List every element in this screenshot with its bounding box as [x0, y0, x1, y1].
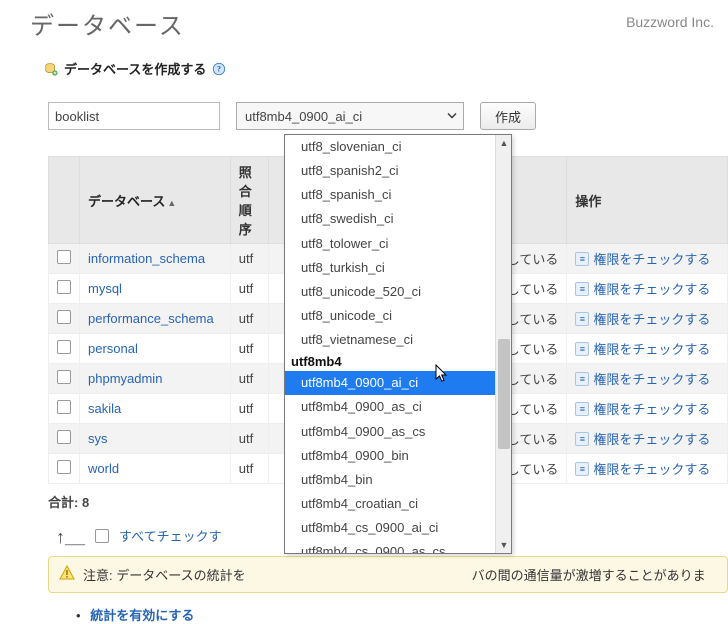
- help-icon[interactable]: ?: [212, 62, 226, 76]
- dropdown-option[interactable]: utf8mb4_0900_bin: [285, 444, 495, 468]
- dropdown-option[interactable]: utf8_swedish_ci: [285, 207, 495, 231]
- dropdown-option[interactable]: utf8mb4_bin: [285, 468, 495, 492]
- database-link[interactable]: information_schema: [88, 251, 205, 266]
- database-link[interactable]: world: [88, 461, 119, 476]
- row-collation: utf: [230, 364, 268, 394]
- check-privileges-link[interactable]: ≡ 権限をチェックする: [575, 249, 710, 268]
- check-privileges-label: 権限をチェックする: [593, 459, 710, 478]
- check-privileges-link[interactable]: ≡ 権限をチェックする: [575, 309, 710, 328]
- warning-text-right: バの間の通信量が激増することがありま: [472, 565, 706, 584]
- row-checkbox[interactable]: [57, 370, 71, 384]
- check-privileges-label: 権限をチェックする: [593, 249, 710, 268]
- row-checkbox[interactable]: [57, 400, 71, 414]
- collation-select[interactable]: utf8mb4_0900_ai_ci: [236, 102, 464, 130]
- warning-text-left: 注意: データベースの統計を: [83, 565, 246, 584]
- row-collation: utf: [230, 304, 268, 334]
- col-collation[interactable]: 照合順序: [230, 157, 268, 244]
- database-link[interactable]: phpmyadmin: [88, 371, 162, 386]
- check-privileges-label: 権限をチェックする: [593, 309, 710, 328]
- privileges-icon: ≡: [575, 282, 589, 296]
- dropdown-option[interactable]: utf8mb4_0900_ai_ci: [285, 371, 495, 395]
- warning-icon: [59, 565, 75, 584]
- bullet-icon: •: [76, 608, 81, 623]
- dropdown-group: utf8mb4: [285, 352, 495, 371]
- dropdown-option[interactable]: utf8_spanish2_ci: [285, 159, 495, 183]
- row-checkbox[interactable]: [57, 250, 71, 264]
- privileges-icon: ≡: [575, 252, 589, 266]
- check-privileges-link[interactable]: ≡ 権限をチェックする: [575, 339, 710, 358]
- row-collation: utf: [230, 424, 268, 454]
- database-link[interactable]: performance_schema: [88, 311, 214, 326]
- privileges-icon: ≡: [575, 432, 589, 446]
- brand-label: Buzzword Inc.: [626, 14, 714, 30]
- chevron-down-icon: [447, 109, 457, 124]
- check-privileges-label: 権限をチェックする: [593, 339, 710, 358]
- check-privileges-label: 権限をチェックする: [593, 429, 710, 448]
- check-privileges-label: 権限をチェックする: [593, 399, 710, 418]
- row-collation: utf: [230, 394, 268, 424]
- dropdown-option[interactable]: utf8_slovenian_ci: [285, 135, 495, 159]
- create-button[interactable]: 作成: [480, 102, 536, 130]
- row-checkbox[interactable]: [57, 310, 71, 324]
- row-checkbox[interactable]: [57, 430, 71, 444]
- select-all-checkbox[interactable]: [95, 529, 109, 543]
- enable-stats-link[interactable]: 統計を有効にする: [90, 608, 194, 623]
- create-database-label: データベースを作成する: [64, 59, 206, 78]
- dropdown-option[interactable]: utf8_spanish_ci: [285, 183, 495, 207]
- dropdown-option[interactable]: utf8_unicode_520_ci: [285, 280, 495, 304]
- check-privileges-link[interactable]: ≡ 権限をチェックする: [575, 369, 710, 388]
- dropdown-scrollbar[interactable]: ▲ ▼: [495, 135, 511, 553]
- dropdown-option[interactable]: utf8_tolower_ci: [285, 232, 495, 256]
- scroll-thumb[interactable]: [498, 339, 510, 449]
- database-add-icon: [44, 62, 58, 76]
- collation-select-value: utf8mb4_0900_ai_ci: [245, 109, 362, 124]
- dropdown-option[interactable]: utf8_vietnamese_ci: [285, 328, 495, 352]
- row-checkbox[interactable]: [57, 460, 71, 474]
- privileges-icon: ≡: [575, 402, 589, 416]
- col-database[interactable]: データベース▲: [80, 157, 231, 244]
- row-collation: utf: [230, 274, 268, 304]
- database-link[interactable]: sakila: [88, 401, 121, 416]
- database-link[interactable]: mysql: [88, 281, 122, 296]
- svg-text:?: ?: [217, 64, 221, 73]
- collation-dropdown[interactable]: utf8_slovenian_ciutf8_spanish2_ciutf8_sp…: [284, 134, 512, 554]
- dropdown-option[interactable]: utf8mb4_croatian_ci: [285, 492, 495, 516]
- privileges-icon: ≡: [575, 342, 589, 356]
- dropdown-option[interactable]: utf8mb4_cs_0900_as_cs: [285, 540, 495, 554]
- dropdown-option[interactable]: utf8mb4_0900_as_cs: [285, 420, 495, 444]
- create-database-header: データベースを作成する ?: [44, 59, 728, 78]
- dropdown-option[interactable]: utf8_unicode_ci: [285, 304, 495, 328]
- dropdown-option[interactable]: utf8mb4_0900_as_ci: [285, 395, 495, 419]
- col-action[interactable]: 操作: [567, 157, 728, 244]
- check-privileges-label: 権限をチェックする: [593, 369, 710, 388]
- privileges-icon: ≡: [575, 462, 589, 476]
- scroll-down-icon[interactable]: ▼: [496, 537, 512, 553]
- check-privileges-link[interactable]: ≡ 権限をチェックする: [575, 459, 710, 478]
- row-checkbox[interactable]: [57, 340, 71, 354]
- check-privileges-link[interactable]: ≡ 権限をチェックする: [575, 279, 710, 298]
- database-name-input[interactable]: [48, 102, 220, 130]
- select-all-label[interactable]: すべてチェックす: [119, 526, 222, 545]
- dropdown-option[interactable]: utf8_turkish_ci: [285, 256, 495, 280]
- page-title: データベース: [30, 6, 728, 41]
- warning-notice: 注意: データベースの統計を バの間の通信量が激増することがありま: [48, 556, 728, 593]
- privileges-icon: ≡: [575, 372, 589, 386]
- row-checkbox[interactable]: [57, 280, 71, 294]
- row-collation: utf: [230, 454, 268, 484]
- database-link[interactable]: sys: [88, 431, 108, 446]
- sort-asc-icon: ▲: [167, 198, 176, 208]
- dropdown-option[interactable]: utf8mb4_cs_0900_ai_ci: [285, 516, 495, 540]
- check-privileges-link[interactable]: ≡ 権限をチェックする: [575, 399, 710, 418]
- row-collation: utf: [230, 334, 268, 364]
- row-collation: utf: [230, 244, 268, 274]
- privileges-icon: ≡: [575, 312, 589, 326]
- database-link[interactable]: personal: [88, 341, 138, 356]
- scroll-up-icon[interactable]: ▲: [496, 135, 512, 151]
- check-privileges-link[interactable]: ≡ 権限をチェックする: [575, 429, 710, 448]
- select-all-arrow-icon: ↑__: [56, 527, 85, 548]
- check-privileges-label: 権限をチェックする: [593, 279, 710, 298]
